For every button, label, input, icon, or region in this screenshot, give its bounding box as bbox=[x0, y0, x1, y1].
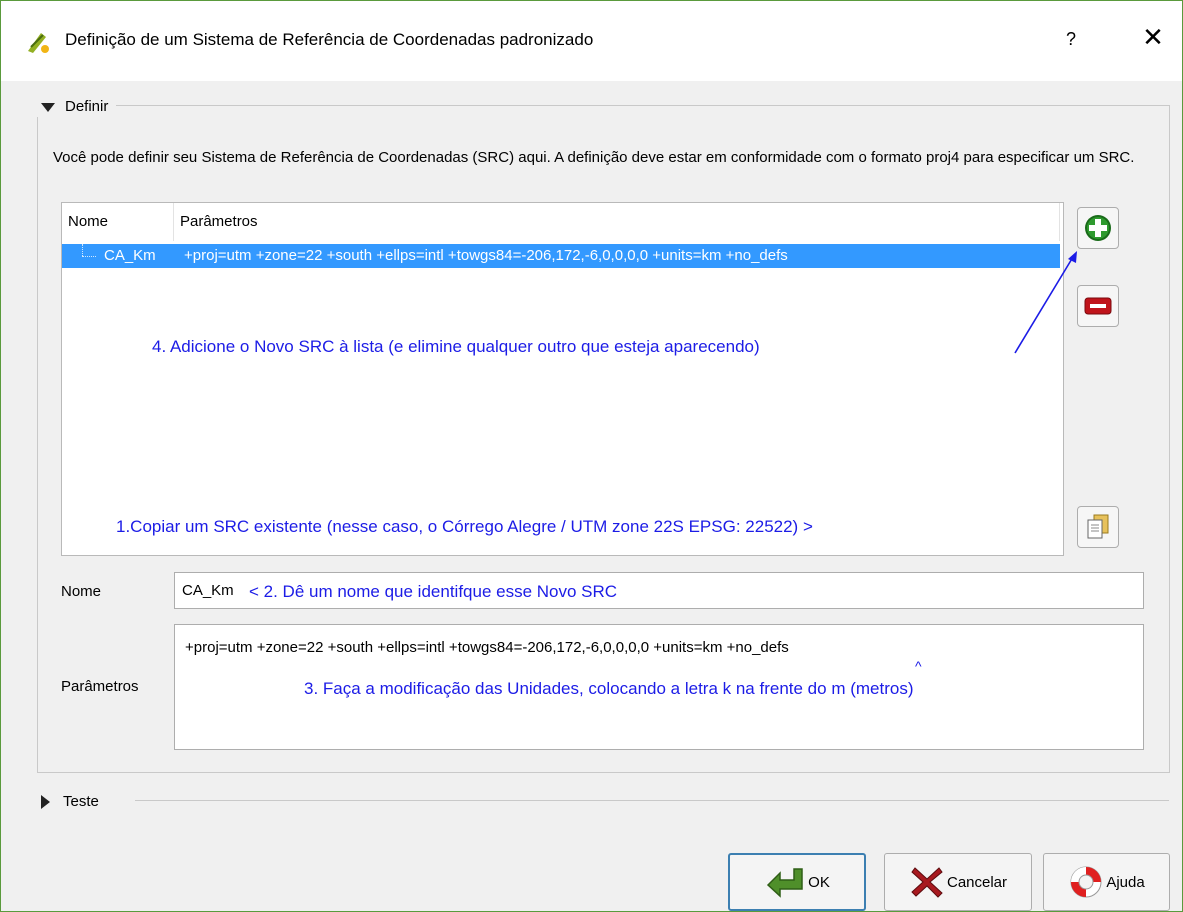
help-button-label: Ajuda bbox=[1106, 873, 1145, 891]
cancel-button[interactable]: Cancelar bbox=[884, 853, 1032, 911]
copy-icon bbox=[1087, 514, 1109, 539]
ok-button[interactable]: OK bbox=[728, 853, 866, 911]
ok-arrow-icon bbox=[767, 868, 803, 898]
qgis-icon bbox=[25, 29, 51, 55]
help-question-button[interactable]: ? bbox=[1059, 25, 1083, 53]
remove-crs-button[interactable] bbox=[1077, 285, 1119, 327]
params-field-value: +proj=utm +zone=22 +south +ellps=intl +t… bbox=[185, 639, 789, 656]
dialog-window: Definição de um Sistema de Referência de… bbox=[0, 0, 1183, 912]
test-group-line bbox=[135, 800, 1169, 801]
crs-list-row[interactable]: CA_Km +proj=utm +zone=22 +south +ellps=i… bbox=[62, 244, 1060, 268]
minus-icon bbox=[1084, 297, 1112, 315]
ok-button-label: OK bbox=[808, 873, 830, 891]
collapse-arrow-icon bbox=[41, 102, 55, 112]
params-label: Parâmetros bbox=[61, 678, 139, 695]
annotation-caret: ^ bbox=[915, 658, 922, 674]
annotation-arrow bbox=[1014, 251, 1077, 354]
name-field-value: CA_Km bbox=[182, 582, 234, 599]
test-group-title: Teste bbox=[63, 793, 99, 810]
define-group-header[interactable]: Definir bbox=[37, 97, 117, 117]
add-crs-button[interactable] bbox=[1077, 207, 1119, 249]
define-group-title: Definir bbox=[65, 98, 109, 115]
define-description: Você pode definir seu Sistema de Referên… bbox=[53, 149, 1135, 166]
column-header-name[interactable]: Nome bbox=[62, 203, 174, 241]
annotation-step3: 3. Faça a modificação das Unidades, colo… bbox=[304, 679, 914, 698]
title-bar: Definição de um Sistema de Referência de… bbox=[1, 1, 1182, 81]
copy-existing-crs-button[interactable] bbox=[1077, 506, 1119, 548]
crs-list-header: Nome Parâmetros bbox=[62, 203, 1062, 241]
close-button[interactable]: ✕ bbox=[1137, 23, 1169, 55]
help-button[interactable]: Ajuda bbox=[1043, 853, 1170, 911]
name-label: Nome bbox=[61, 583, 102, 600]
crs-row-name: CA_Km bbox=[104, 247, 156, 264]
test-group-header[interactable]: Teste bbox=[41, 792, 99, 812]
window-title: Definição de um Sistema de Referência de… bbox=[65, 30, 594, 49]
crs-row-params: +proj=utm +zone=22 +south +ellps=intl +t… bbox=[184, 247, 788, 264]
column-header-params[interactable]: Parâmetros bbox=[174, 203, 1060, 241]
annotation-step2: < 2. Dê um nome que identifque esse Novo… bbox=[249, 582, 618, 601]
lifebuoy-icon bbox=[1070, 866, 1102, 898]
cancel-x-icon bbox=[911, 867, 943, 898]
tree-branch bbox=[62, 244, 98, 268]
cancel-button-label: Cancelar bbox=[946, 873, 1008, 891]
annotation-step4: 4. Adicione o Novo SRC à lista (e elimin… bbox=[152, 337, 760, 356]
plus-icon bbox=[1085, 215, 1111, 241]
annotation-step1: 1.Copiar um SRC existente (nesse caso, o… bbox=[116, 517, 813, 536]
crs-list[interactable]: Nome Parâmetros CA_Km +proj=utm +zone=22… bbox=[61, 202, 1064, 556]
expand-arrow-icon bbox=[41, 795, 50, 810]
